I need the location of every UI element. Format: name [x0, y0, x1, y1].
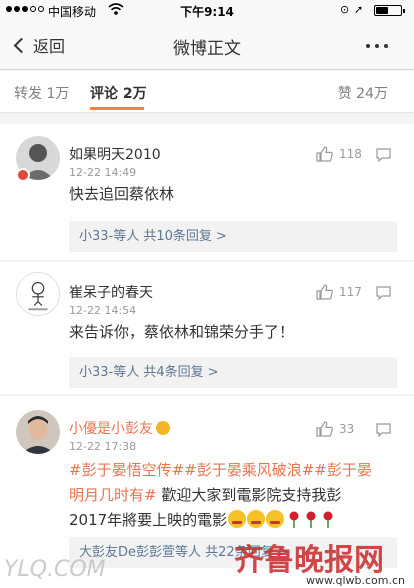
active-tab-indicator — [90, 107, 144, 110]
comment-text-part: 2017年將要上映的電影 — [69, 511, 228, 529]
hashtag-link[interactable]: #彭于晏 — [314, 461, 372, 479]
like-button[interactable]: 117 — [316, 284, 362, 300]
reply-summary[interactable]: 大彭友De彭彭萱等人 共22条回复 > — [69, 537, 397, 568]
comment-text-part: 歡迎大家到電影院支持我彭 — [161, 486, 342, 504]
emoji-icon — [247, 510, 266, 528]
verified-badge-icon — [16, 168, 30, 182]
status-time: 下午9:14 — [180, 5, 234, 19]
like-count: 117 — [339, 285, 362, 299]
thumbs-up-icon — [316, 421, 333, 437]
hashtag-link[interactable]: 明月几时有# — [69, 486, 157, 504]
status-bar: 中国移动 下午9:14 ⊙ ➚ — [0, 0, 414, 20]
reply-summary[interactable]: 小33-等人 共10条回复 > — [69, 221, 397, 252]
reply-count-link[interactable]: 共4条回复 > — [143, 365, 218, 380]
nav-bar: 返回 微博正文 — [0, 20, 414, 70]
comment-time: 12-22 17:38 — [69, 440, 137, 453]
emoji-icon — [228, 510, 247, 528]
comment-username-text: 小優是小彭友 — [69, 421, 153, 437]
reply-users: 小33-等人 — [79, 365, 140, 380]
thumbs-up-icon — [316, 146, 333, 162]
comment-text: 来告诉你，蔡依林和锦荣分手了！ — [69, 323, 295, 341]
more-options-icon[interactable] — [366, 44, 388, 48]
thumbs-up-icon — [316, 284, 333, 300]
comment-text: #彭于晏悟空传##彭于晏乘风破浪##彭于晏 明月几时有# 歡迎大家到電影院支持我… — [69, 458, 399, 533]
location-icon: ➚ — [354, 3, 364, 16]
tab-repost[interactable]: 转发 1万 — [14, 83, 69, 103]
comment-item: 如果明天2010 12-22 14:49 118 快去追回蔡依林 小33-等人 … — [0, 124, 414, 260]
rose-emoji-icon — [289, 511, 299, 528]
tab-bar: 转发 1万 评论 2万 赞 24万 — [0, 71, 414, 113]
comment-line: 明月几时有# 歡迎大家到電影院支持我彭 — [69, 483, 399, 508]
tab-likes[interactable]: 赞 24万 — [338, 83, 388, 103]
rotation-lock-icon: ⊙ — [340, 3, 350, 16]
comment-item: 崔呆子的春天 12-22 14:54 117 来告诉你，蔡依林和锦荣分手了！ 小… — [0, 262, 414, 394]
reply-summary[interactable]: 小33-等人 共4条回复 > — [69, 357, 397, 388]
reply-count-link[interactable]: 共22条回复 > — [205, 545, 289, 560]
reply-icon[interactable] — [376, 148, 391, 162]
comment-line: 2017年將要上映的電影 — [69, 508, 399, 533]
user-avatar[interactable] — [16, 272, 60, 316]
like-button[interactable]: 118 — [316, 146, 362, 162]
reply-count-link[interactable]: 共10条回复 > — [143, 229, 227, 244]
comment-item: 小優是小彭友 12-22 17:38 33 #彭于晏悟空传##彭于晏乘风破浪##… — [0, 396, 414, 588]
hashtag-link[interactable]: #彭于晏悟空传# — [69, 461, 184, 479]
comment-username[interactable]: 小優是小彭友 — [69, 418, 170, 438]
battery-icon — [374, 5, 405, 16]
comment-line: #彭于晏悟空传##彭于晏乘风破浪##彭于晏 — [69, 458, 399, 483]
emoji-icon — [266, 510, 285, 528]
comment-time: 12-22 14:49 — [69, 166, 137, 179]
tab-comments[interactable]: 评论 2万 — [90, 83, 147, 103]
rose-emoji-icon — [323, 511, 333, 528]
user-avatar[interactable] — [16, 410, 60, 454]
comment-time: 12-22 14:54 — [69, 304, 137, 317]
hashtag-link[interactable]: #彭于晏乘风破浪# — [184, 461, 314, 479]
reply-users: 大彭友De彭彭萱等人 — [79, 545, 202, 560]
reply-users: 小33-等人 — [79, 229, 140, 244]
like-count: 33 — [339, 422, 355, 436]
like-button[interactable]: 33 — [316, 421, 354, 437]
comment-text: 快去追回蔡依林 — [69, 185, 175, 203]
battery-fill — [376, 7, 388, 14]
rose-emoji-icon — [306, 511, 316, 528]
page-title: 微博正文 — [173, 39, 241, 59]
reply-icon[interactable] — [376, 423, 391, 437]
reply-icon[interactable] — [376, 286, 391, 300]
comment-username[interactable]: 如果明天2010 — [69, 144, 161, 164]
comment-username[interactable]: 崔呆子的春天 — [69, 282, 153, 302]
like-count: 118 — [339, 147, 362, 161]
vip-badge-icon — [156, 421, 170, 435]
